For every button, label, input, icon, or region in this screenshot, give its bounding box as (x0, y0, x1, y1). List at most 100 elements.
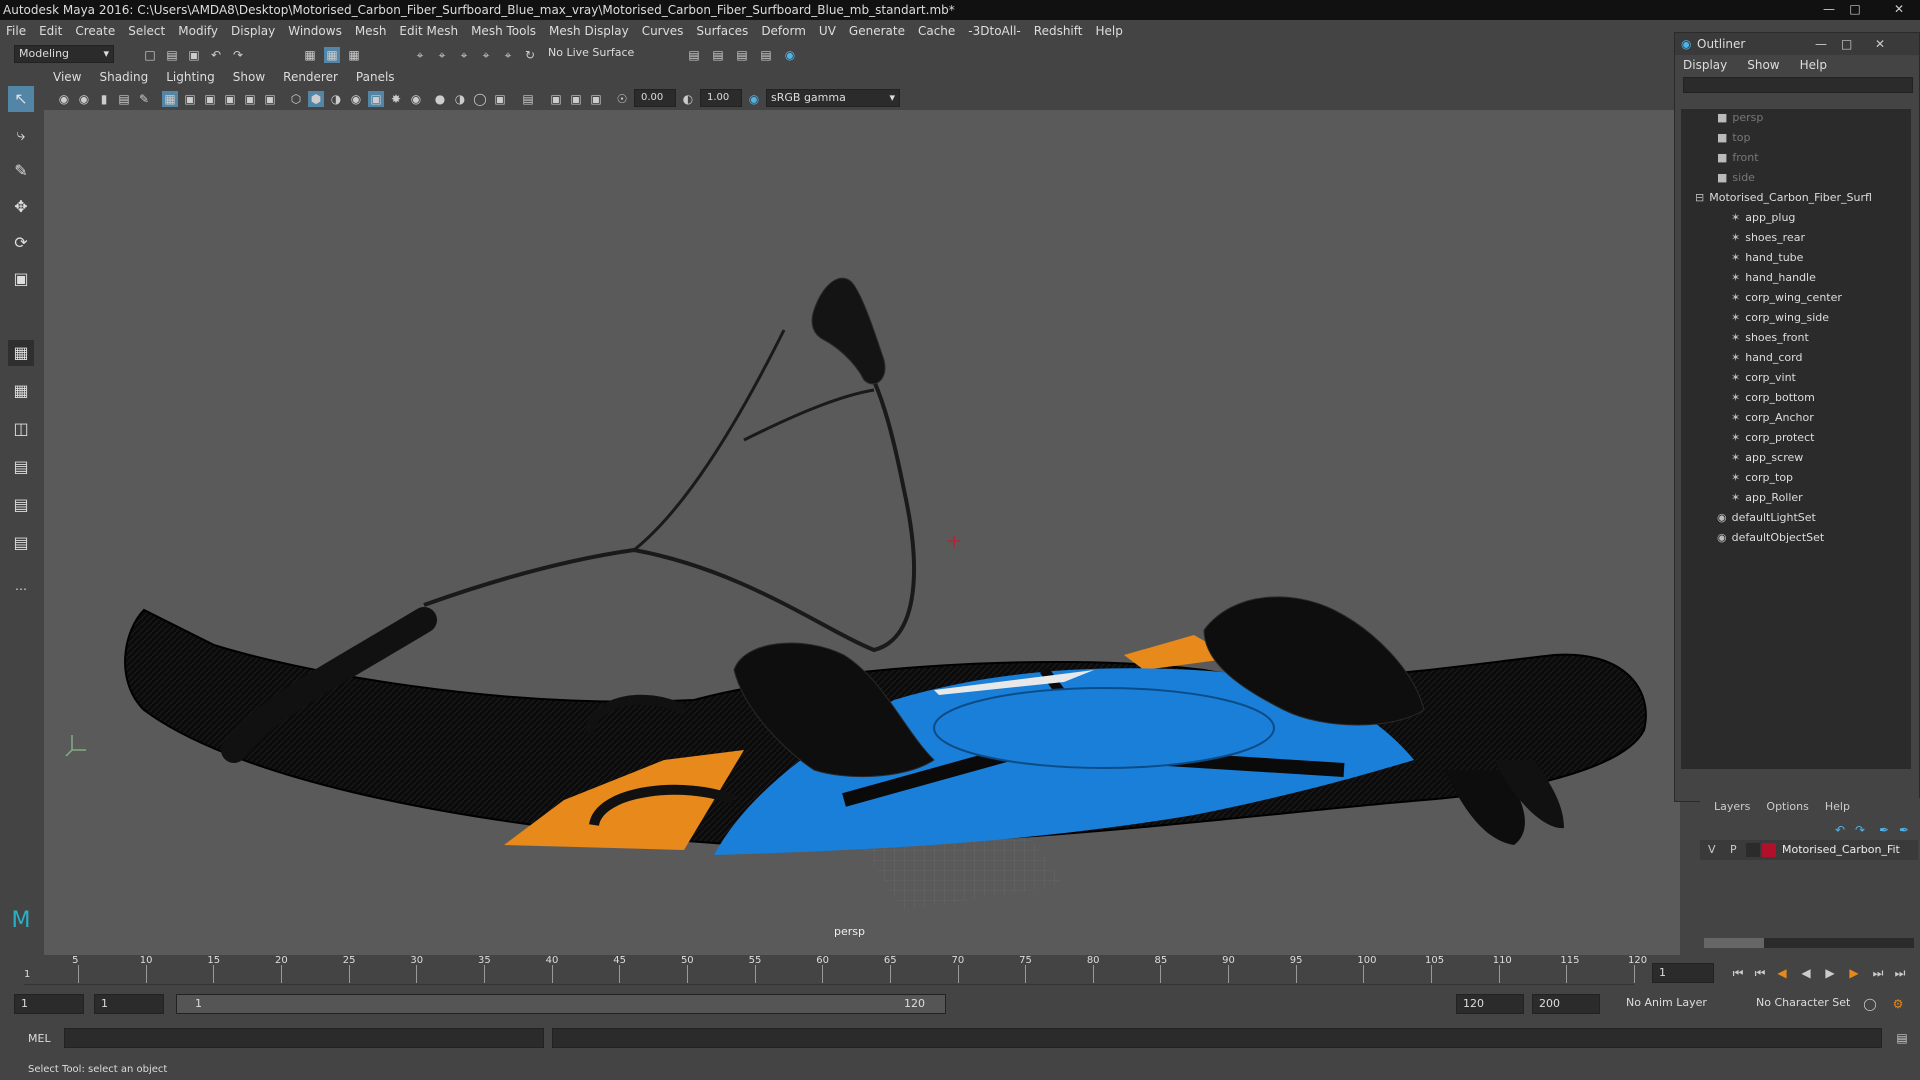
grid-toggle-icon[interactable]: ▦ (162, 91, 178, 107)
outliner-set-row[interactable]: ◉ defaultLightSet (1717, 509, 1816, 527)
camera-select-icon[interactable]: ◉ (56, 91, 72, 107)
panel-menu-view[interactable]: View (53, 70, 81, 88)
redo-icon[interactable]: ↷ (230, 47, 246, 63)
play-forward-icon[interactable]: ▶ (1822, 965, 1838, 981)
play-back-icon[interactable]: ◀ (1798, 965, 1814, 981)
snap-surface-icon[interactable]: ⌖ (500, 47, 516, 63)
menu-display[interactable]: Display (231, 24, 275, 38)
outliner-child-row[interactable]: ✶ app_screw (1731, 449, 1803, 467)
view-transform-dropdown[interactable]: sRGB gamma ▾ (766, 89, 900, 107)
textured-icon[interactable]: ◉ (348, 91, 364, 107)
select-object-icon[interactable]: ▦ (324, 47, 340, 63)
menu-redshift[interactable]: Redshift (1034, 24, 1083, 38)
menu-edit-mesh[interactable]: Edit Mesh (399, 24, 458, 38)
layer-playback-toggle[interactable]: P (1730, 843, 1737, 856)
make-live-icon[interactable]: ↻ (522, 47, 538, 63)
two-pane-layout-icon[interactable]: ◫ (8, 416, 34, 442)
maximize-icon[interactable]: □ (1844, 2, 1866, 17)
lasso-tool-icon[interactable]: ⤷ (8, 122, 34, 148)
grease-pencil-icon[interactable]: ✎ (136, 91, 152, 107)
menu-set-dropdown[interactable]: Modeling ▾ (14, 45, 114, 63)
script-layout-icon[interactable]: ▤ (8, 530, 34, 556)
snap-grid-icon[interactable]: ⌖ (412, 47, 428, 63)
outliner-child-row[interactable]: ✶ hand_tube (1731, 249, 1803, 267)
menu-modify[interactable]: Modify (178, 24, 218, 38)
snap-curve-icon[interactable]: ⌖ (434, 47, 450, 63)
menu-3dtoall[interactable]: -3DtoAll- (968, 24, 1020, 38)
open-scene-icon[interactable]: ▤ (164, 47, 180, 63)
time-slider[interactable]: 1 5 10 15 20 25 30 35 40 45 50 55 60 65 70 75 80 85 90 95 10… (0, 955, 1920, 990)
wireframe-icon[interactable]: ⬡ (288, 91, 304, 107)
menu-edit[interactable]: Edit (39, 24, 62, 38)
outliner-child-row[interactable]: ✶ shoes_front (1731, 329, 1809, 347)
redshift-render-icon[interactable]: ◉ (782, 47, 798, 63)
single-perspective-layout-icon[interactable]: ▦ (8, 340, 34, 366)
backface-icon[interactable]: ▣ (492, 91, 508, 107)
panel-menu-show[interactable]: Show (233, 70, 265, 88)
outliner-child-row[interactable]: ✶ shoes_rear (1731, 229, 1805, 247)
outliner-camera-row[interactable]: ■ front (1717, 149, 1759, 167)
go-to-start-icon[interactable]: ⏮ (1730, 965, 1746, 981)
close-icon[interactable]: ✕ (1875, 33, 1885, 55)
menu-mesh-display[interactable]: Mesh Display (549, 24, 629, 38)
script-editor-icon[interactable]: ▤ (1894, 1030, 1910, 1046)
outliner-child-row[interactable]: ✶ corp_Anchor (1731, 409, 1814, 427)
layer-color-swatch[interactable] (1762, 843, 1776, 857)
camera-attributes-icon[interactable]: ◉ (76, 91, 92, 107)
menu-surfaces[interactable]: Surfaces (696, 24, 748, 38)
outliner-child-row[interactable]: ✶ hand_handle (1731, 269, 1816, 287)
outliner-child-row[interactable]: ✶ corp_vint (1731, 369, 1796, 387)
render-settings-icon[interactable]: ▤ (734, 47, 750, 63)
perspective-viewport[interactable]: persp (44, 110, 1680, 955)
panel-menu-shading[interactable]: Shading (99, 70, 148, 88)
more-layouts-icon[interactable]: ⋯ (8, 576, 34, 602)
menu-curves[interactable]: Curves (642, 24, 684, 38)
outliner-group-row[interactable]: ⊟ Motorised_Carbon_Fiber_Surfl (1695, 189, 1872, 207)
menu-cache[interactable]: Cache (918, 24, 955, 38)
outliner-child-row[interactable]: ✶ corp_wing_side (1731, 309, 1829, 327)
outliner-search-field[interactable] (1683, 77, 1913, 93)
field-chart-icon[interactable]: ▣ (242, 91, 258, 107)
range-bar[interactable]: 1 120 (176, 994, 946, 1014)
menu-file[interactable]: File (6, 24, 26, 38)
resolution-gate-icon[interactable]: ▣ (202, 91, 218, 107)
color-management-icon[interactable]: ◉ (746, 91, 762, 107)
gate-mask-icon[interactable]: ▣ (222, 91, 238, 107)
layer-visibility-toggle[interactable]: V (1708, 843, 1716, 856)
menu-windows[interactable]: Windows (288, 24, 342, 38)
graph-layout-icon[interactable]: ▤ (8, 492, 34, 518)
outliner-layout-icon[interactable]: ▤ (8, 454, 34, 480)
new-layer-icon[interactable]: ✒ (1876, 822, 1892, 838)
bookmark-icon[interactable]: ▮ (96, 91, 112, 107)
step-back-frame-icon[interactable]: ◀ (1774, 965, 1790, 981)
xray-icon[interactable]: ▣ (368, 91, 384, 107)
menu-create[interactable]: Create (75, 24, 115, 38)
outliner-menu-help[interactable]: Help (1800, 58, 1827, 72)
animation-end-field[interactable]: 200 (1532, 994, 1600, 1014)
anim-layer-dropdown[interactable]: No Anim Layer (1620, 994, 1740, 1014)
rotate-tool-icon[interactable]: ⟳ (8, 230, 34, 256)
menu-deform[interactable]: Deform (761, 24, 806, 38)
outliner-menu-show[interactable]: Show (1747, 58, 1779, 72)
scroll-thumb[interactable] (1704, 938, 1764, 948)
menu-select[interactable]: Select (128, 24, 165, 38)
move-tool-icon[interactable]: ✥ (8, 194, 34, 220)
isolate-select-icon[interactable]: ● (432, 91, 448, 107)
live-surface-field[interactable]: No Live Surface (544, 45, 644, 63)
step-forward-frame-icon[interactable]: ▶ (1846, 965, 1862, 981)
frame-selected-icon[interactable]: ▣ (568, 91, 584, 107)
xray-joints-icon[interactable]: ◯ (472, 91, 488, 107)
hypershade-icon[interactable]: ▤ (758, 47, 774, 63)
outliner-camera-row[interactable]: ■ top (1717, 129, 1750, 147)
outliner-menu-display[interactable]: Display (1683, 58, 1727, 72)
layer-move-down-icon[interactable]: ↷ (1852, 822, 1868, 838)
four-view-layout-icon[interactable]: ▦ (8, 378, 34, 404)
layer-scrollbar[interactable] (1704, 938, 1914, 948)
layer-menu-layers[interactable]: Layers (1714, 800, 1750, 813)
film-gate-icon[interactable]: ▣ (182, 91, 198, 107)
save-scene-icon[interactable]: ▣ (186, 47, 202, 63)
auto-key-icon[interactable]: ◯ (1862, 996, 1878, 1012)
outliner-tree[interactable]: ■ persp ■ top ■ front ■ side ⊟ Motorised_Carbon_F… (1681, 109, 1911, 769)
scale-tool-icon[interactable]: ▣ (8, 266, 34, 292)
close-icon[interactable]: ✕ (1888, 2, 1910, 17)
